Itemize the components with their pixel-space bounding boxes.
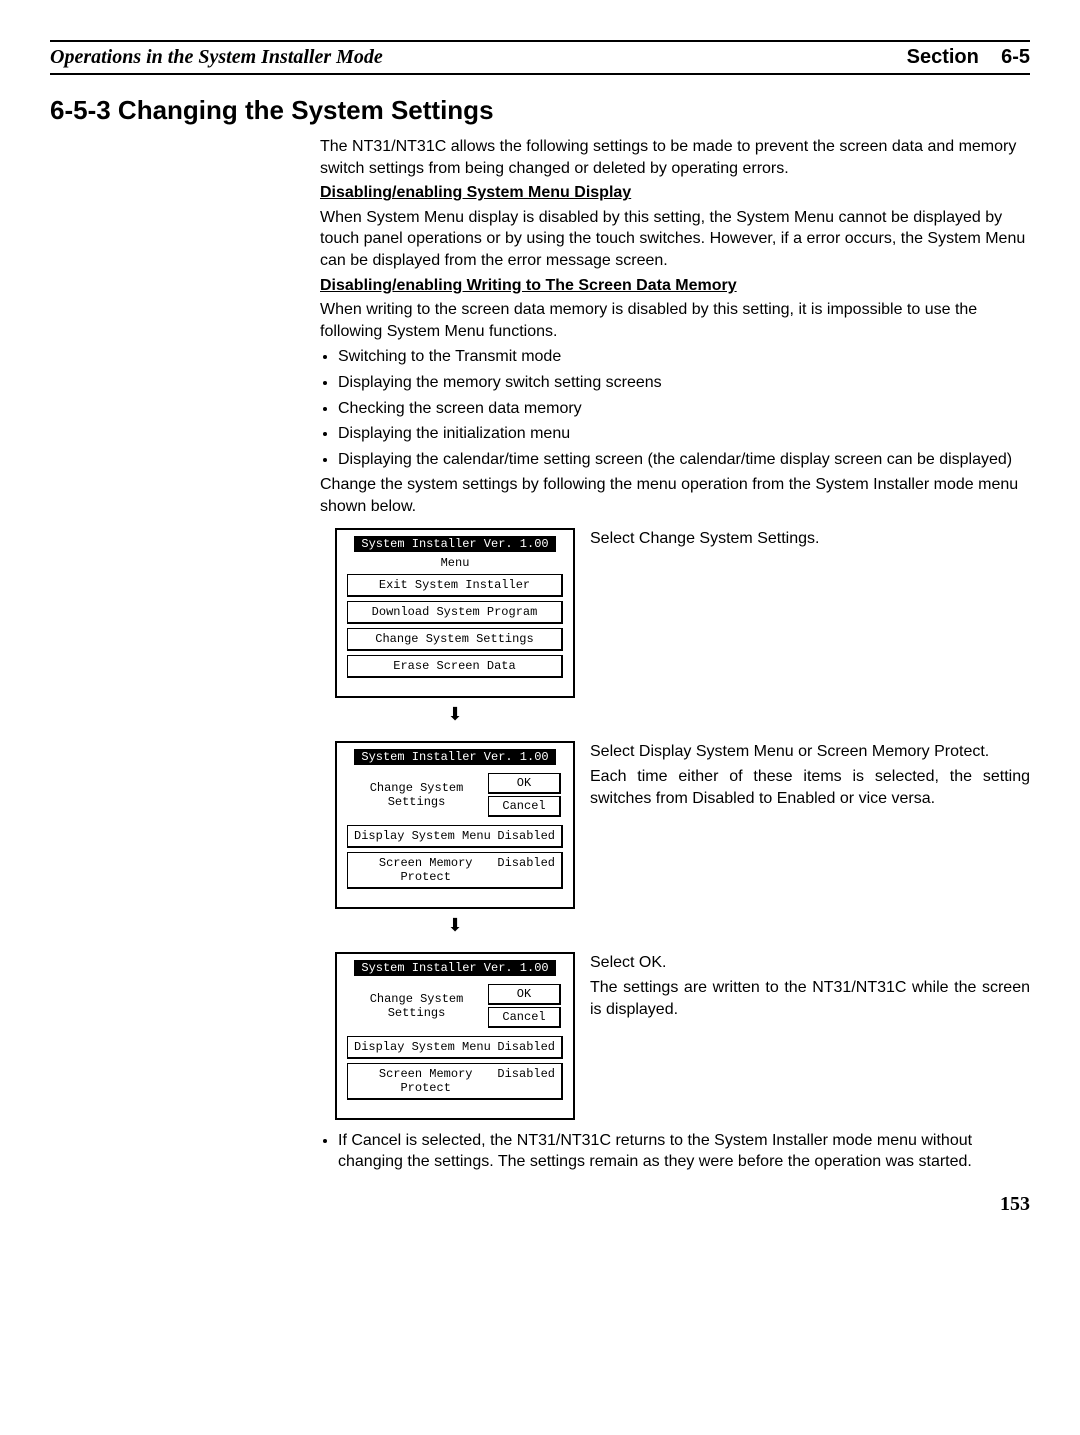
figure-row-1: System Installer Ver. 1.00 Menu Exit Sys… <box>50 528 1030 731</box>
header-left-title: Operations in the System Installer Mode <box>50 46 383 69</box>
menu-item-erase[interactable]: Erase Screen Data <box>347 655 563 678</box>
setting-state: Disabled <box>497 1040 555 1054</box>
header-right: Section 6-5 <box>907 46 1030 69</box>
page-number: 153 <box>50 1193 1030 1216</box>
setting-label: Screen Memory Protect <box>354 856 497 884</box>
lcd-screen-menu: System Installer Ver. 1.00 Menu Exit Sys… <box>335 528 575 698</box>
list-item: Checking the screen data memory <box>338 398 1030 420</box>
subheading-2: Disabling/enabling Writing to The Screen… <box>320 275 1030 297</box>
caption-2: Select Display System Menu or Screen Mem… <box>590 741 1030 814</box>
footnote-block: If Cancel is selected, the NT31/NT31C re… <box>320 1130 1030 1173</box>
arrow-down-icon: ⬇ <box>320 915 590 936</box>
setting-row-memory-protect[interactable]: Screen Memory Protect Disabled <box>347 852 563 889</box>
list-item: Displaying the initialization menu <box>338 423 1030 445</box>
setting-state: Disabled <box>497 856 555 884</box>
caption-text: Select OK. <box>590 952 1030 974</box>
setting-label: Display System Menu <box>354 1040 491 1054</box>
menu-item-change-settings[interactable]: Change System Settings <box>347 628 563 651</box>
section-number: 6-5 <box>1001 46 1030 68</box>
lcd-title-bar: System Installer Ver. 1.00 <box>354 960 556 976</box>
menu-item-download[interactable]: Download System Program <box>347 601 563 624</box>
caption-1: Select Change System Settings. <box>590 528 1030 554</box>
caption-3: Select OK. The settings are written to t… <box>590 952 1030 1025</box>
caption-text: Select Change System Settings. <box>590 528 1030 550</box>
footnote-text: If Cancel is selected, the NT31/NT31C re… <box>338 1130 1030 1173</box>
section-label: Section <box>907 46 979 68</box>
ok-button[interactable]: OK <box>488 984 561 1005</box>
sub2-body: When writing to the screen data memory i… <box>320 299 1030 342</box>
change-intro: Change the system settings by following … <box>320 474 1030 517</box>
section-title: 6-5-3 Changing the System Settings <box>50 95 1030 126</box>
bullet-list: Switching to the Transmit mode Displayin… <box>320 346 1030 470</box>
settings-heading: Change System Settings <box>347 781 486 809</box>
setting-row-display-menu[interactable]: Display System Menu Disabled <box>347 1036 563 1059</box>
lcd-title-bar: System Installer Ver. 1.00 <box>354 749 556 765</box>
list-item: Switching to the Transmit mode <box>338 346 1030 368</box>
page-header: Operations in the System Installer Mode … <box>50 40 1030 75</box>
sub1-body: When System Menu display is disabled by … <box>320 207 1030 272</box>
settings-heading: Change System Settings <box>347 992 486 1020</box>
cancel-button[interactable]: Cancel <box>488 796 561 817</box>
setting-label: Screen Memory Protect <box>354 1067 497 1095</box>
setting-state: Disabled <box>497 1067 555 1095</box>
caption-text: Select Display System Menu or Screen Mem… <box>590 741 1030 763</box>
cancel-button[interactable]: Cancel <box>488 1007 561 1028</box>
lcd-menu-label: Menu <box>341 556 569 570</box>
lcd-screen-settings-1: System Installer Ver. 1.00 Change System… <box>335 741 575 909</box>
lcd-screen-settings-2: System Installer Ver. 1.00 Change System… <box>335 952 575 1120</box>
intro-text: The NT31/NT31C allows the following sett… <box>320 136 1030 179</box>
figure-row-3: System Installer Ver. 1.00 Change System… <box>50 952 1030 1120</box>
setting-state: Disabled <box>497 829 555 843</box>
caption-text: Each time either of these items is selec… <box>590 766 1030 809</box>
setting-row-display-menu[interactable]: Display System Menu Disabled <box>347 825 563 848</box>
setting-row-memory-protect[interactable]: Screen Memory Protect Disabled <box>347 1063 563 1100</box>
list-item: Displaying the memory switch setting scr… <box>338 372 1030 394</box>
arrow-down-icon: ⬇ <box>320 704 590 725</box>
list-item: Displaying the calendar/time setting scr… <box>338 449 1030 471</box>
caption-text: The settings are written to the NT31/NT3… <box>590 977 1030 1020</box>
setting-label: Display System Menu <box>354 829 491 843</box>
figure-row-2: System Installer Ver. 1.00 Change System… <box>50 741 1030 942</box>
intro-block: The NT31/NT31C allows the following sett… <box>320 136 1030 518</box>
menu-item-exit[interactable]: Exit System Installer <box>347 574 563 597</box>
lcd-title-bar: System Installer Ver. 1.00 <box>354 536 556 552</box>
ok-button[interactable]: OK <box>488 773 561 794</box>
subheading-1: Disabling/enabling System Menu Display <box>320 182 1030 204</box>
